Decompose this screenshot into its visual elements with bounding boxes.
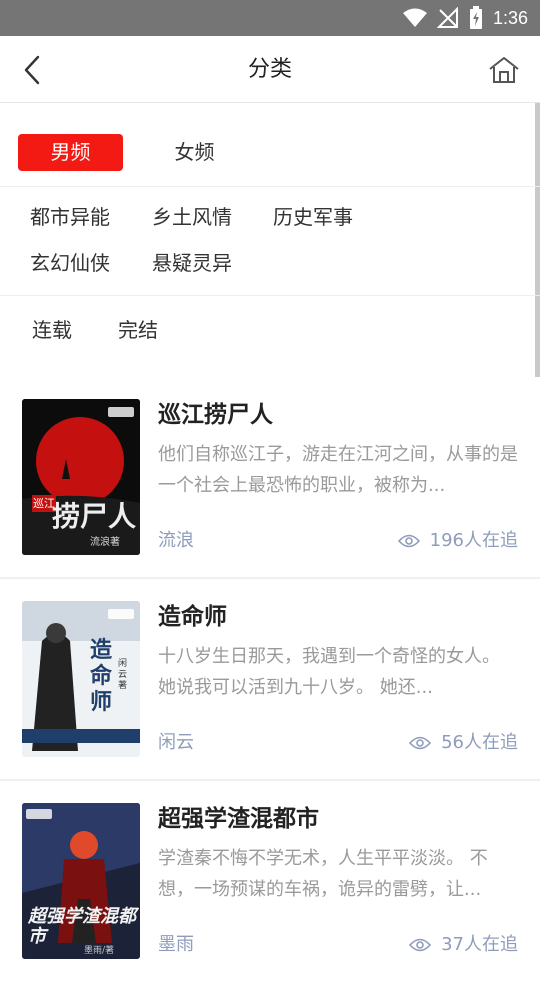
book-cover: 造命师 闲云著 (22, 601, 140, 757)
home-button[interactable] (486, 52, 522, 88)
book-desc: 十八岁生日那天，我遇到一个奇怪的女人。 她说我可以活到九十八岁。 她还... (158, 646, 500, 698)
battery-charging-icon (469, 6, 482, 29)
readers-count: 37人在追 (441, 934, 518, 955)
header: 分类 (0, 36, 540, 103)
book-cover: 巡江 捞尸人 流浪著 (22, 399, 140, 555)
cover-author: 流浪著 (90, 537, 120, 548)
category-list: 都市异能 乡土风情 历史军事 玄幻仙侠 悬疑灵异 (0, 188, 540, 296)
cover-title: 超强学渣混都市 (28, 906, 136, 947)
category-item[interactable]: 悬疑灵异 (152, 248, 232, 278)
gender-tabs: 男频 女频 (0, 103, 540, 187)
category-item[interactable]: 历史军事 (273, 202, 353, 232)
category-item[interactable]: 都市异能 (30, 202, 110, 232)
status-icons: 1:36 (402, 0, 528, 36)
eye-icon (409, 736, 432, 750)
status-time: 1:36 (492, 7, 528, 28)
book-author: 墨雨 (158, 934, 194, 955)
book-item[interactable]: 造命师 闲云著 造命师 十八岁生日那天，我遇到一个奇怪的女人。 她说我可以活到九… (0, 579, 540, 781)
cover-author: 墨雨/著 (84, 946, 115, 956)
filter-serializing[interactable]: 连载 (32, 315, 72, 345)
book-title: 超强学渣混都市 (158, 806, 319, 832)
status-filter: 连载 完结 (0, 297, 540, 367)
book-author: 闲云 (158, 732, 194, 753)
eye-icon (409, 938, 432, 952)
chevron-left-icon (24, 55, 40, 85)
book-item[interactable]: 巡江 捞尸人 流浪著 巡江捞尸人 他们自称巡江子，游走在江河之间，从事的是一个社… (0, 377, 540, 579)
book-cover: 超强学渣混都市 墨雨/著 (22, 803, 140, 959)
page-title: 分类 (247, 57, 292, 82)
readers-count: 196人在追 (429, 530, 518, 551)
book-readers: 196人在追 (397, 528, 518, 554)
cover-title: 造命师 (90, 637, 113, 715)
book-title: 造命师 (158, 604, 227, 630)
category-item[interactable]: 玄幻仙侠 (30, 248, 110, 278)
book-readers: 37人在追 (409, 932, 518, 958)
book-item[interactable]: 超强学渣混都市 墨雨/著 超强学渣混都市 学渣秦不悔不学无术，人生平平淡淡。 不… (0, 781, 540, 983)
tab-male[interactable]: 男频 (18, 134, 123, 171)
book-author: 流浪 (158, 530, 194, 551)
readers-count: 56人在追 (441, 732, 518, 753)
category-item[interactable]: 乡土风情 (152, 202, 232, 232)
wifi-icon (402, 8, 427, 27)
no-signal-icon (436, 7, 458, 28)
tab-female[interactable]: 女频 (142, 134, 247, 171)
status-bar: 1:36 (0, 0, 540, 36)
book-desc: 学渣秦不悔不学无术，人生平平淡淡。 不想，一场预谋的车祸，诡异的雷劈，让... (158, 848, 488, 900)
filter-completed[interactable]: 完结 (118, 315, 158, 345)
book-readers: 56人在追 (409, 730, 518, 756)
back-button[interactable] (16, 52, 48, 88)
eye-icon (397, 534, 420, 548)
cover-title: 捞尸人 (52, 500, 137, 533)
book-title: 巡江捞尸人 (158, 402, 273, 428)
cover-author: 闲云著 (118, 659, 128, 691)
home-icon (489, 57, 519, 83)
book-desc: 他们自称巡江子，游走在江河之间，从事的是一个社会上最恐怖的职业，被称为... (158, 444, 518, 496)
